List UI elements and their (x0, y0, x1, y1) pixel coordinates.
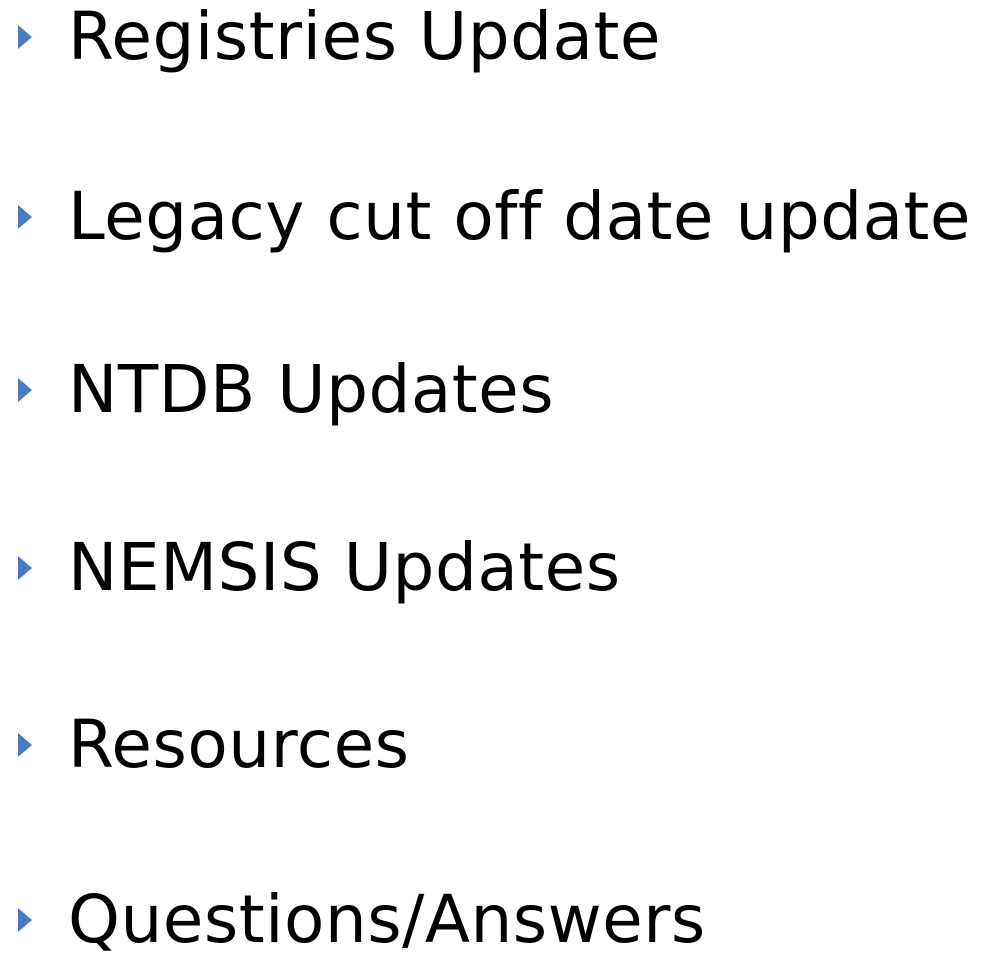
bullet-item-label: Legacy cut off date update (68, 178, 972, 255)
bullet-item-label: NTDB Updates (68, 351, 555, 428)
bullet-item-label: Registries Update (68, 0, 661, 75)
bullet-item-label: NEMSIS Updates (68, 529, 621, 606)
triangle-right-icon (18, 205, 32, 229)
bullet-item-questions-answers: Questions/Answers (18, 875, 706, 965)
bullet-item-resources: Resources (18, 700, 410, 790)
triangle-right-icon (18, 556, 32, 580)
bullet-item-ntdb-updates: NTDB Updates (18, 345, 554, 435)
triangle-right-icon (18, 908, 32, 932)
triangle-right-icon (18, 733, 32, 757)
triangle-right-icon (18, 25, 32, 49)
bullet-item-label: Resources (68, 706, 410, 783)
bullet-item-registries-update: Registries Update (18, 0, 661, 82)
bullet-item-legacy-cut-off-date-update: Legacy cut off date update (18, 172, 971, 262)
bullet-item-nemsis-updates: NEMSIS Updates (18, 523, 621, 613)
triangle-right-icon (18, 378, 32, 402)
bullet-item-label: Questions/Answers (68, 881, 706, 958)
slide-bullet-list: Registries Update Legacy cut off date up… (0, 0, 1000, 955)
